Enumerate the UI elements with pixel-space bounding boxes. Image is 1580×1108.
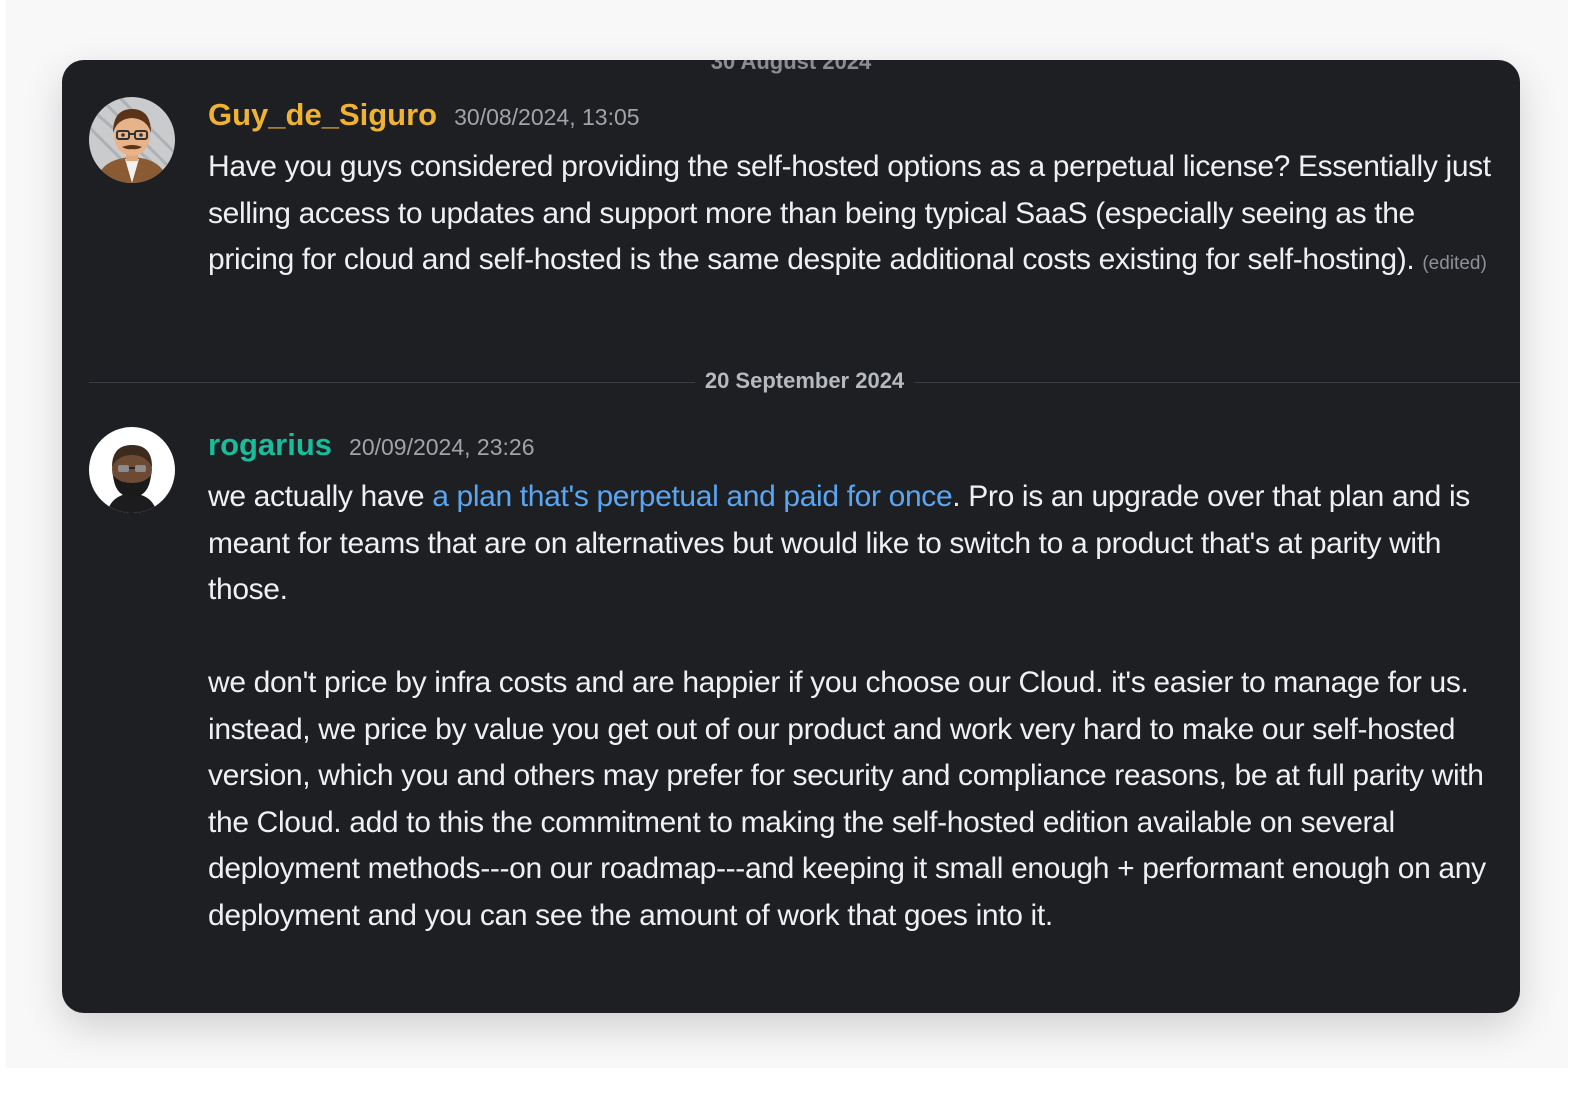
previous-date-divider-cutoff: 30 August 2024	[710, 60, 872, 74]
username-guy-de-siguro[interactable]: Guy_de_Siguro	[208, 97, 437, 133]
message-text-before-link: we actually have	[208, 480, 433, 513]
message-paragraph-2: we don't price by infra costs and are ha…	[208, 666, 1486, 932]
date-divider-label: 20 September 2024	[694, 368, 915, 394]
edited-label: (edited)	[1422, 253, 1487, 274]
cartoon-man-with-glasses-avatar-icon[interactable]	[89, 97, 175, 183]
date-divider: 20 September 2024	[89, 368, 1520, 396]
bearded-man-avatar-icon[interactable]	[89, 427, 175, 513]
message-text: Have you guys considered providing the s…	[208, 144, 1496, 288]
message-timestamp[interactable]: 30/08/2024, 13:05	[454, 104, 639, 131]
message-timestamp[interactable]: 20/09/2024, 23:26	[349, 434, 534, 461]
chat-panel: 30 August 2024 Guy_de_Siguro 30/08/2024,…	[62, 60, 1520, 1013]
username-rogarius[interactable]: rogarius	[208, 427, 332, 463]
message-text: we actually have a plan that's perpetual…	[208, 474, 1496, 614]
message-body: Have you guys considered providing the s…	[208, 150, 1491, 276]
perpetual-plan-link[interactable]: a plan that's perpetual and paid for onc…	[432, 480, 952, 513]
